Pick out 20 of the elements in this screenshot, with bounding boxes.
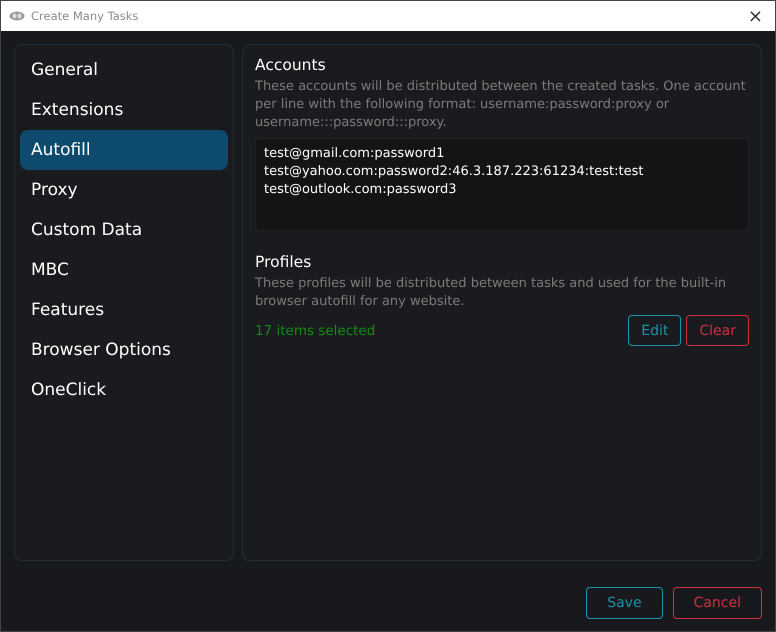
accounts-field[interactable]: test@gmail.com:password1 test@yahoo.com:password2:46.3.187.223:61234:test:test test@outlook.com:password3 [255,138,749,231]
sidebar-item[interactable]: Extensions [20,90,228,130]
section-description: These accounts will be distributed between the created tasks. One account per line with the following format: username:password:proxy or username:::password:::proxy. [255,78,747,132]
selection-status: 17 items selected [255,322,376,338]
section-title: Accounts [255,56,327,74]
sidebar-item[interactable]: Proxy [20,170,228,210]
sidebar-item[interactable]: General [20,50,228,90]
sidebar-item[interactable]: MBC [20,250,228,290]
sidebar-item[interactable]: Browser Options [20,330,228,370]
section-title: Profiles [255,253,312,271]
sidebar-item[interactable]: OneClick [20,370,228,410]
close-button[interactable]: × [744,6,767,26]
sidebar-item[interactable]: Autofill [20,130,228,170]
app-logo-icon [9,11,25,21]
save-button[interactable]: Save [586,587,663,619]
section-description: These profiles will be distributed between tasks and used for the built-in browser autofill for any website. [255,275,728,311]
sidebar-item[interactable]: Features [20,290,228,330]
sidebar-item[interactable]: Custom Data [20,210,228,250]
edit-button[interactable]: Edit [628,315,682,346]
window-title: Create Many Tasks [31,9,140,23]
